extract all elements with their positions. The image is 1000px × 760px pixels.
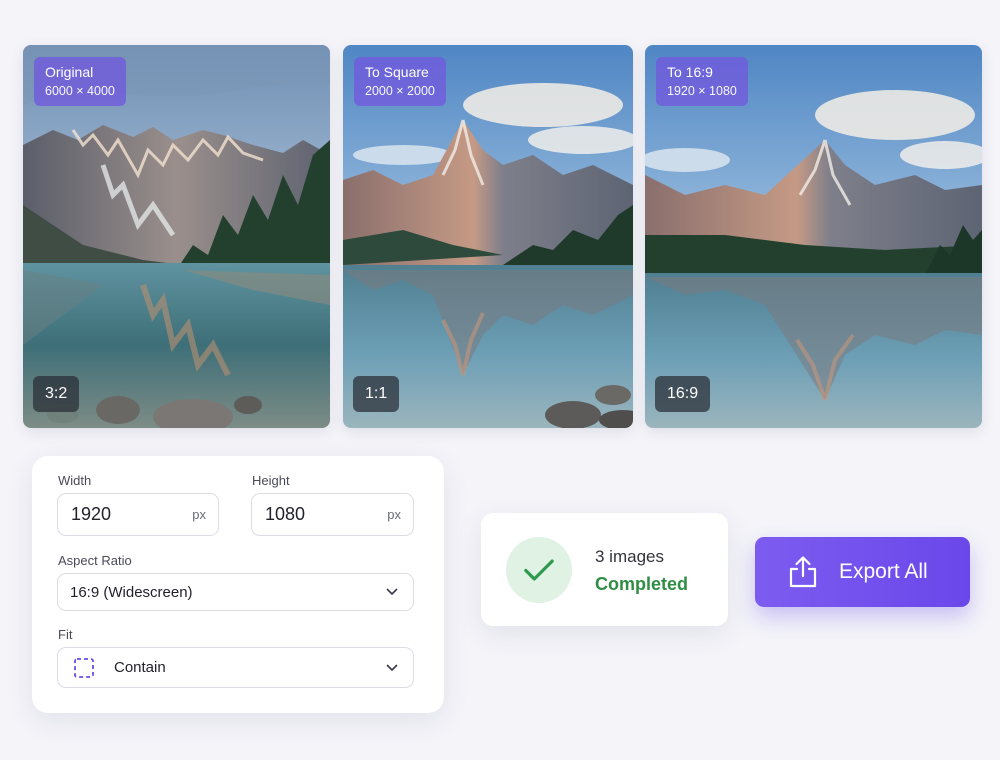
- height-value: 1080: [265, 504, 306, 524]
- preview-title: To Square: [365, 64, 429, 80]
- preview-widescreen[interactable]: To 16:9 1920 × 1080 16:9: [645, 45, 982, 428]
- fit-select[interactable]: Contain: [57, 647, 414, 688]
- success-badge: [506, 537, 572, 603]
- preview-original[interactable]: Original 6000 × 4000 3:2: [23, 45, 330, 428]
- chevron-down-icon: [386, 588, 398, 595]
- contain-frame-icon: [74, 657, 94, 678]
- width-unit: px: [192, 507, 206, 522]
- resize-settings-panel: Width 1920 px Height 1080 px Aspect Rati…: [32, 456, 444, 713]
- height-label: Height: [252, 473, 290, 488]
- aspect-ratio-select[interactable]: 16:9 (Widescreen): [57, 573, 414, 611]
- export-status-card: 3 images Completed: [481, 513, 728, 626]
- preview-label: To Square 2000 × 2000: [354, 57, 446, 107]
- width-value: 1920: [71, 504, 112, 524]
- preview-square[interactable]: To Square 2000 × 2000 1:1: [343, 45, 633, 428]
- preview-label: To 16:9 1920 × 1080: [656, 57, 748, 107]
- aspect-ratio-value: 16:9 (Widescreen): [70, 583, 193, 601]
- share-upload-icon: [789, 556, 817, 588]
- fit-value: Contain: [114, 659, 166, 676]
- checkmark-icon: [524, 558, 554, 581]
- preview-title: Original: [45, 64, 94, 80]
- height-unit: px: [387, 507, 401, 522]
- width-input[interactable]: 1920 px: [57, 493, 219, 536]
- image-count: 3 images: [595, 547, 664, 566]
- chevron-down-icon: [386, 664, 398, 671]
- aspect-ratio-label: Aspect Ratio: [58, 553, 132, 568]
- status-text: Completed: [595, 574, 689, 594]
- preview-title: To 16:9: [667, 64, 713, 80]
- preview-dimensions: 1920 × 1080: [667, 83, 737, 98]
- height-input[interactable]: 1080 px: [251, 493, 414, 536]
- export-all-label: Export All: [839, 560, 928, 583]
- ratio-badge: 16:9: [655, 376, 711, 412]
- preview-label: Original 6000 × 4000: [34, 57, 126, 107]
- ratio-badge: 3:2: [33, 376, 80, 412]
- preview-dimensions: 6000 × 4000: [45, 83, 115, 98]
- width-label: Width: [58, 473, 92, 488]
- fit-label: Fit: [58, 627, 73, 642]
- export-all-button[interactable]: Export All: [755, 537, 970, 607]
- preview-dimensions: 2000 × 2000: [365, 83, 435, 98]
- ratio-badge: 1:1: [353, 376, 400, 412]
